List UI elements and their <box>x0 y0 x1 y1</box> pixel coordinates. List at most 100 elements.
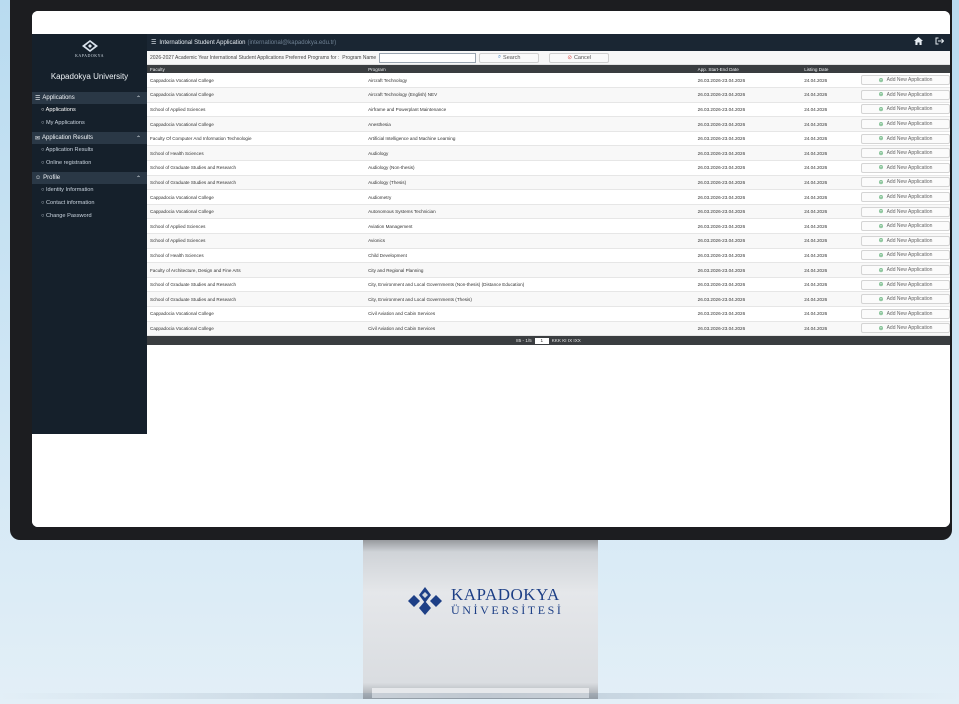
home-icon[interactable] <box>914 37 923 45</box>
plus-circle-icon: ⊕ <box>878 150 884 157</box>
add-new-application-button[interactable]: ⊕ Add New Application <box>861 250 950 261</box>
page-number-input[interactable]: 1 <box>534 337 549 344</box>
add-new-application-button[interactable]: ⊕ Add New Application <box>861 206 950 217</box>
listing-date-cell: 24.04.2026 <box>804 267 828 273</box>
listing-date-cell: 24.04.2026 <box>804 209 828 215</box>
plus-circle-icon: ⊕ <box>878 296 884 303</box>
university-logo-icon <box>81 40 98 52</box>
chevron-up-icon[interactable]: ⌃ <box>136 175 141 182</box>
logout-icon[interactable] <box>935 37 944 45</box>
table-row: School of Graduate Studies and Research A… <box>147 175 950 190</box>
add-new-application-button[interactable]: ⊕ Add New Application <box>861 75 950 86</box>
program-cell: City, Environment and Local Governments … <box>368 282 525 288</box>
faculty-cell: Cappadocia Vocational College <box>150 311 214 317</box>
table-row: Cappadocia Vocational College Autonomous … <box>147 204 950 219</box>
add-new-application-button[interactable]: ⊕ Add New Application <box>861 235 950 246</box>
program-cell: City, Environment and Local Governments … <box>368 296 472 302</box>
section-applications[interactable]: ☰ Applications ⌃ <box>32 92 147 104</box>
table-row: School of Health Sciences Audiology 26.03.… <box>147 145 950 161</box>
add-button-label: Add New Application <box>886 310 933 317</box>
filter-bar: 2026-2027 Academic Year International St… <box>147 51 950 65</box>
table-row: Cappadocia Vocational College Anesthesia 2… <box>147 116 950 132</box>
add-new-application-button[interactable]: ⊕ Add New Application <box>861 104 950 115</box>
program-cell: Autonomous Systems Technician <box>368 209 436 215</box>
table-row: Faculty of Architecture, Design and Fine… <box>147 262 950 278</box>
add-new-application-button[interactable]: ⊕ Add New Application <box>861 323 950 334</box>
sidebar: KAPADOKYA Kapadokya University ☰ Applicat… <box>32 34 147 434</box>
section-label: Application Results <box>42 135 94 141</box>
add-new-application-button[interactable]: ⊕ Add New Application <box>861 162 950 173</box>
add-button-label: Add New Application <box>886 150 933 157</box>
action-cell: ⊕ Add New Application <box>851 161 950 176</box>
sidebar-item-my-applications[interactable]: ○ My Applications <box>32 117 147 130</box>
add-new-application-button[interactable]: ⊕ Add New Application <box>861 279 950 290</box>
faculty-cell: School of Applied Sciences <box>150 238 206 244</box>
action-cell: ⊕ Add New Application <box>851 117 950 132</box>
column-header-faculty[interactable]: Faculty <box>147 65 365 73</box>
sidebar-item-applications[interactable]: ○ Applications <box>32 104 147 117</box>
listing-date-cell: 24.04.2026 <box>804 136 828 142</box>
add-button-label: Add New Application <box>886 164 933 171</box>
add-new-application-button[interactable]: ⊕ Add New Application <box>861 308 950 319</box>
plus-circle-icon: ⊕ <box>878 77 884 84</box>
listing-date-cell: 24.04.2026 <box>804 223 828 229</box>
listing-date-cell: 24.04.2026 <box>804 179 828 185</box>
listing-date-cell: 24.04.2026 <box>804 325 828 331</box>
search-button[interactable]: ⌕ Search <box>479 52 540 63</box>
envelope-icon: ✉ <box>35 135 41 142</box>
faculty-cell: School of Applied Sciences <box>150 106 206 112</box>
sidebar-item-change-password[interactable]: ○ Change Password <box>32 210 147 223</box>
chevron-up-icon[interactable]: ⌃ <box>136 95 141 102</box>
add-new-application-button[interactable]: ⊕ Add New Application <box>861 133 950 144</box>
add-button-label: Add New Application <box>886 281 933 288</box>
screen: KAPADOKYA Kapadokya University ☰ Applicat… <box>32 11 950 527</box>
chevron-up-icon[interactable]: ⌃ <box>136 135 141 142</box>
add-button-label: Add New Application <box>886 194 933 201</box>
program-cell: Aviation Management <box>368 223 413 229</box>
program-name-input[interactable] <box>379 52 477 63</box>
listing-date-cell: 24.04.2026 <box>804 121 828 127</box>
add-new-application-button[interactable]: ⊕ Add New Application <box>861 221 950 232</box>
program-cell: Aircraft Technology <box>368 77 408 83</box>
menu-icon[interactable]: ☰ <box>151 39 156 46</box>
section-application-results[interactable]: ✉ Application Results ⌃ <box>32 132 147 144</box>
sidebar-item-identity-information[interactable]: ○ Identity Information <box>32 184 147 197</box>
program-cell: Artificial Intelligence and Machine Lear… <box>368 136 456 142</box>
dates-cell: 26.03.2026-23.04.2026 <box>697 267 746 273</box>
add-new-application-button[interactable]: ⊕ Add New Application <box>861 192 950 203</box>
program-name-label: Program Name <box>342 54 377 61</box>
plus-circle-icon: ⊕ <box>878 92 884 99</box>
users-icon: ☺ <box>35 175 42 181</box>
plus-circle-icon: ⊕ <box>878 311 884 318</box>
table-row: Faculty Of Computer And Information Tech… <box>147 131 950 146</box>
section-profile[interactable]: ☺ Profile ⌃ <box>32 172 147 184</box>
sidebar-item-label: Contact information <box>45 200 95 206</box>
table-row: School of Applied Sciences Airframe and P… <box>147 102 950 117</box>
add-new-application-button[interactable]: ⊕ Add New Application <box>861 119 950 130</box>
program-cell: Civil Aviation and Cabin Services <box>368 325 436 331</box>
action-cell: ⊕ Add New Application <box>851 219 950 234</box>
column-header-dates[interactable]: App. Start-End Date <box>695 65 802 73</box>
column-header-actions <box>851 65 950 73</box>
column-header-program[interactable]: Program <box>365 65 695 73</box>
page-nav-buttons[interactable]: KKK KI IX IXX <box>552 338 581 343</box>
faculty-cell: School of Graduate Studies and Research <box>150 296 237 302</box>
program-cell: Aircraft Technology (English) NEV <box>368 92 438 98</box>
plus-circle-icon: ⊕ <box>878 165 884 172</box>
add-button-label: Add New Application <box>886 208 933 215</box>
add-new-application-button[interactable]: ⊕ Add New Application <box>861 294 950 305</box>
add-new-application-button[interactable]: ⊕ Add New Application <box>861 265 950 276</box>
pagination-bar: 85 - 1/5 1 KKK KI IX IXX <box>147 336 950 346</box>
add-new-application-button[interactable]: ⊕ Add New Application <box>861 148 950 159</box>
title-bar: ☰ International Student Application (int… <box>147 34 950 51</box>
add-new-application-button[interactable]: ⊕ Add New Application <box>861 177 950 188</box>
cancel-button[interactable]: ⊘ Cancel <box>549 52 610 63</box>
dates-cell: 26.03.2026-23.04.2026 <box>697 252 746 258</box>
sidebar-item-online-registration[interactable]: ○ Online registration <box>32 157 147 170</box>
add-new-application-button[interactable]: ⊕ Add New Application <box>861 89 950 100</box>
sidebar-item-application-results[interactable]: ○ Application Results <box>32 144 147 157</box>
listing-date-cell: 24.04.2026 <box>804 106 828 112</box>
column-header-listing-date[interactable]: Listing Date <box>801 65 851 73</box>
table-row: School of Graduate Studies and Research C… <box>147 277 950 292</box>
sidebar-item-contact-information[interactable]: ○ Contact information <box>32 197 147 210</box>
